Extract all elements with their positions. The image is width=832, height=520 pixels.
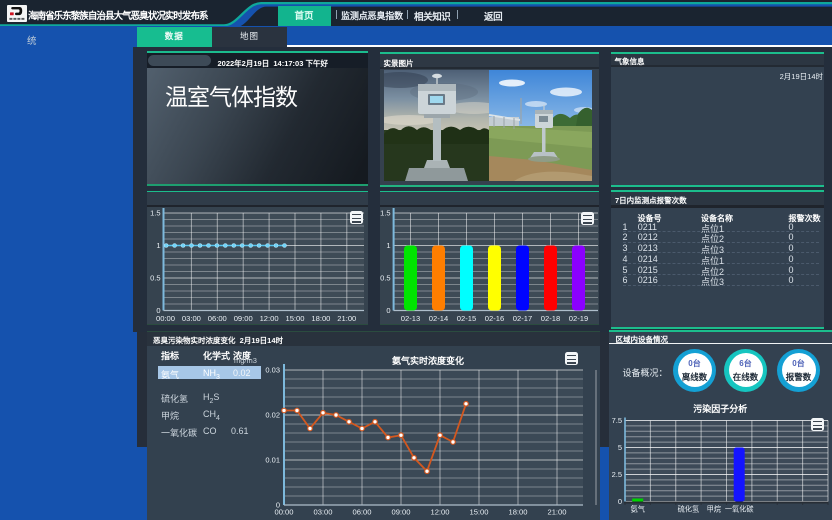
svg-text:1: 1 [386, 241, 390, 250]
svg-text:21:00: 21:00 [337, 314, 356, 323]
svg-text:03:00: 03:00 [313, 508, 332, 517]
svg-text:02-19: 02-19 [569, 314, 588, 323]
svg-text:03:00: 03:00 [182, 314, 201, 323]
svg-text:1.5: 1.5 [380, 209, 390, 218]
svg-text:一氧化碳: 一氧化碳 [725, 505, 754, 514]
svg-text:02-16: 02-16 [485, 314, 504, 323]
svg-text:2.5: 2.5 [612, 470, 622, 479]
svg-text:0.02: 0.02 [265, 411, 280, 420]
svg-text:0.5: 0.5 [150, 274, 160, 283]
svg-text:02-15: 02-15 [457, 314, 476, 323]
svg-text:5: 5 [618, 443, 622, 452]
svg-text:0.01: 0.01 [265, 456, 280, 465]
svg-text:18:00: 18:00 [311, 314, 330, 323]
svg-text:0: 0 [386, 306, 390, 315]
svg-text:12:00: 12:00 [260, 314, 279, 323]
svg-text:12:00: 12:00 [430, 508, 449, 517]
svg-text:0.03: 0.03 [265, 366, 280, 375]
svg-text:02-13: 02-13 [401, 314, 420, 323]
svg-text:硫化氢: 硫化氢 [678, 505, 700, 514]
svg-text:02-17: 02-17 [513, 314, 532, 323]
svg-text:06:00: 06:00 [352, 508, 371, 517]
svg-text:0: 0 [618, 497, 622, 506]
svg-text:02-14: 02-14 [429, 314, 448, 323]
svg-text:18:00: 18:00 [508, 508, 527, 517]
svg-text:1: 1 [156, 241, 160, 250]
svg-text:00:00: 00:00 [156, 314, 175, 323]
svg-text:7.5: 7.5 [612, 416, 622, 425]
svg-text:02-18: 02-18 [541, 314, 560, 323]
svg-text:1.5: 1.5 [150, 209, 160, 218]
svg-text:15:00: 15:00 [285, 314, 304, 323]
svg-text:氨气: 氨气 [631, 505, 645, 514]
svg-text:15:00: 15:00 [469, 508, 488, 517]
svg-text:09:00: 09:00 [234, 314, 253, 323]
svg-text:甲烷: 甲烷 [707, 505, 721, 514]
svg-text:00:00: 00:00 [274, 508, 293, 517]
svg-text:21:00: 21:00 [547, 508, 566, 517]
svg-text:0.5: 0.5 [380, 274, 390, 283]
svg-text:09:00: 09:00 [391, 508, 410, 517]
svg-text:06:00: 06:00 [208, 314, 227, 323]
